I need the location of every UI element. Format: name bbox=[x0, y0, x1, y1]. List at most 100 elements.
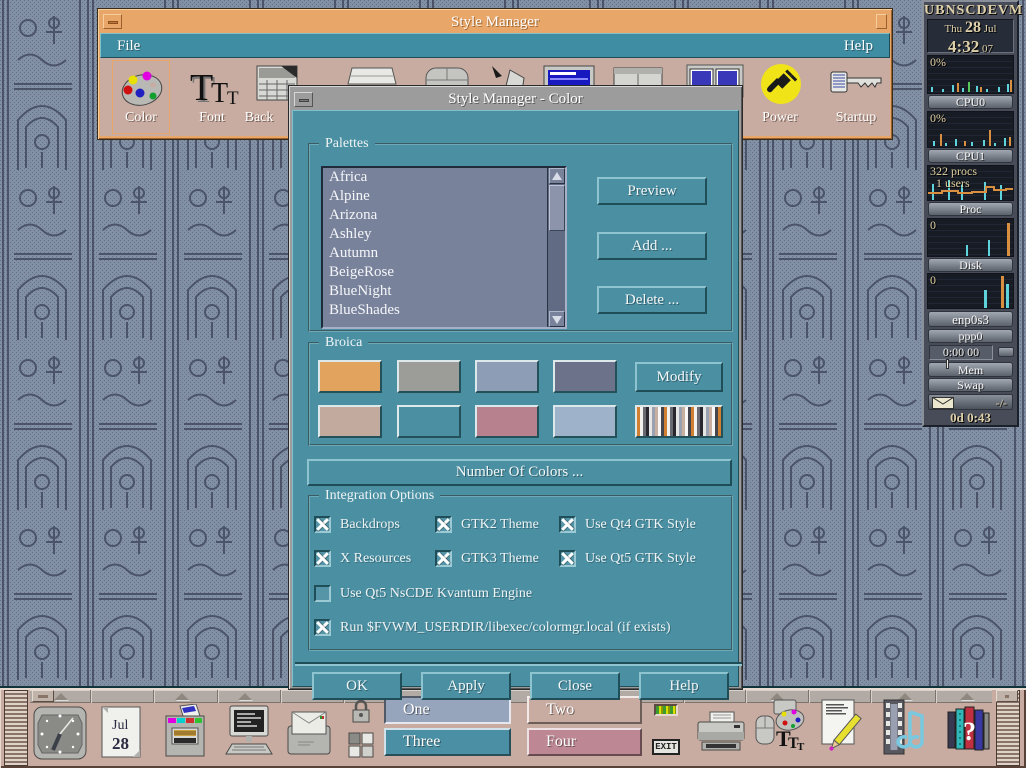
checkbox-colormgr-local[interactable] bbox=[314, 619, 331, 636]
checkbox-qt5[interactable] bbox=[559, 550, 576, 567]
subpanel-arrow[interactable] bbox=[175, 693, 189, 700]
dialog-titlebar[interactable]: Style Manager - Color bbox=[292, 89, 739, 110]
scroll-down-button[interactable] bbox=[549, 311, 565, 327]
close-button[interactable]: Close bbox=[530, 672, 620, 700]
multicolor-swatch[interactable] bbox=[635, 405, 723, 438]
file-manager-icon[interactable] bbox=[160, 704, 210, 762]
mail-icon[interactable] bbox=[284, 704, 334, 760]
color-swatch-3[interactable] bbox=[475, 360, 539, 393]
checkbox-backdrops[interactable] bbox=[314, 516, 331, 533]
workspace-two[interactable]: Two bbox=[527, 696, 642, 724]
delete-button[interactable]: Delete ... bbox=[597, 286, 707, 314]
palettes-frame-label: Palettes bbox=[319, 135, 375, 152]
text-editor-icon[interactable] bbox=[818, 698, 866, 758]
color-swatch-4[interactable] bbox=[553, 360, 617, 393]
color-swatch-6[interactable] bbox=[397, 405, 461, 438]
panel-minimize-right[interactable] bbox=[996, 690, 1018, 702]
number-of-colors-button[interactable]: Number Of Colors ... bbox=[307, 459, 732, 486]
check-x-icon bbox=[316, 621, 329, 634]
mem-krell[interactable] bbox=[946, 359, 949, 369]
svg-text:T: T bbox=[227, 88, 239, 109]
subpanel-arrow[interactable] bbox=[238, 693, 252, 700]
menu-file[interactable]: File bbox=[109, 36, 148, 57]
palette-item[interactable]: Arizona bbox=[323, 206, 565, 225]
system-monitor: UBNSCDEVM Thu 28 Jul 4:32 07 0% CPU0 0% … bbox=[922, 0, 1019, 427]
monitor-clock[interactable]: Thu 28 Jul 4:32 07 bbox=[927, 19, 1014, 53]
checkbox-gtk2[interactable] bbox=[435, 516, 452, 533]
color-swatch-5[interactable] bbox=[318, 405, 382, 438]
menubar: File Help bbox=[100, 33, 890, 58]
checkbox-gtk3[interactable] bbox=[435, 550, 452, 567]
palette-item[interactable]: Alpine bbox=[323, 187, 565, 206]
panel-handle-left[interactable] bbox=[4, 690, 28, 766]
menu-help[interactable]: Help bbox=[836, 36, 881, 57]
palette-item[interactable]: BeigeRose bbox=[323, 263, 565, 282]
calendar-icon[interactable]: Jul 28 bbox=[100, 704, 142, 760]
window-menu-button[interactable] bbox=[103, 14, 122, 29]
color-swatch-2[interactable] bbox=[397, 360, 461, 393]
check-x-icon bbox=[437, 552, 450, 565]
palette-item[interactable]: Autumn bbox=[323, 244, 565, 263]
window-maximize-button[interactable] bbox=[876, 14, 887, 29]
workspace-one[interactable]: One bbox=[384, 696, 511, 724]
check-x-icon bbox=[316, 552, 329, 565]
monitor-hostname: UBNSCDEVM bbox=[924, 3, 1017, 19]
cpu0-label[interactable]: CPU0 bbox=[928, 95, 1013, 109]
net-iface2[interactable]: ppp0 bbox=[928, 329, 1013, 343]
exit-label: EXIT bbox=[652, 739, 680, 755]
checkbox-qt4[interactable] bbox=[559, 516, 576, 533]
mail-row[interactable]: -/- bbox=[928, 394, 1013, 410]
check-x-icon bbox=[316, 518, 329, 531]
scrollbar-thumb[interactable] bbox=[549, 185, 565, 231]
dialog-menu-button[interactable] bbox=[294, 92, 313, 107]
mem-label[interactable]: Mem bbox=[928, 362, 1013, 377]
color-swatch-8[interactable] bbox=[553, 405, 617, 438]
font-icon: T T T bbox=[189, 64, 241, 110]
disk-label[interactable]: Disk bbox=[928, 258, 1013, 272]
ok-button[interactable]: OK bbox=[312, 672, 402, 700]
palette-item[interactable]: Africa bbox=[323, 168, 565, 187]
color-swatch-1[interactable] bbox=[318, 360, 382, 393]
modify-button[interactable]: Modify bbox=[635, 362, 723, 392]
palette-item[interactable]: BlueShades bbox=[323, 301, 565, 320]
palette-scrollbar[interactable] bbox=[547, 168, 565, 327]
svg-text:T: T bbox=[797, 741, 805, 753]
check-x-icon bbox=[561, 552, 574, 565]
panel-minimize-left[interactable] bbox=[32, 690, 54, 702]
subpanel-arrow[interactable] bbox=[54, 693, 68, 700]
multimedia-icon[interactable] bbox=[880, 698, 930, 758]
color-swatch-7[interactable] bbox=[475, 405, 539, 438]
apply-button[interactable]: Apply bbox=[421, 672, 511, 700]
lock-icon[interactable] bbox=[350, 700, 372, 724]
help-icon[interactable]: ? bbox=[946, 704, 990, 756]
checkbox-xresources[interactable] bbox=[314, 550, 331, 567]
cpu1-label[interactable]: CPU1 bbox=[928, 149, 1013, 163]
front-panel: Jul 28 bbox=[0, 686, 1026, 768]
timer-display: 0:00 00 bbox=[929, 345, 993, 360]
svg-text:T: T bbox=[190, 67, 213, 109]
proc-label[interactable]: Proc bbox=[928, 202, 1013, 216]
dialog-title: Style Manager - Color bbox=[448, 91, 583, 107]
window-titlebar[interactable]: Style Manager bbox=[100, 11, 890, 33]
scroll-up-button[interactable] bbox=[549, 168, 565, 184]
terminal-icon[interactable] bbox=[222, 704, 276, 762]
clock-icon[interactable] bbox=[33, 704, 87, 762]
exit-button[interactable]: EXIT bbox=[651, 738, 681, 758]
checkbox-label: GTK3 Theme bbox=[461, 550, 539, 568]
palette-listbox[interactable]: Africa Alpine Arizona Ashley Autumn Beig… bbox=[321, 166, 567, 329]
workspace-three[interactable]: Three bbox=[384, 728, 511, 756]
checkbox-kvantum[interactable] bbox=[314, 585, 331, 602]
net-iface1[interactable]: enp0s3 bbox=[928, 311, 1013, 327]
add-button[interactable]: Add ... bbox=[597, 232, 707, 260]
preview-button[interactable]: Preview bbox=[597, 177, 707, 205]
printer-icon[interactable] bbox=[694, 710, 748, 756]
palette-item[interactable]: BlueNight bbox=[323, 282, 565, 301]
swap-label[interactable]: Swap bbox=[928, 378, 1013, 392]
workspace-four[interactable]: Four bbox=[527, 728, 642, 756]
subpanel-arrow[interactable] bbox=[960, 693, 974, 700]
help-button[interactable]: Help bbox=[639, 672, 729, 700]
palette-item[interactable]: Ashley bbox=[323, 225, 565, 244]
style-manager-icon[interactable]: T T T bbox=[752, 698, 806, 756]
workspace-grid-icon[interactable] bbox=[348, 732, 374, 758]
timer-button[interactable] bbox=[998, 347, 1014, 357]
